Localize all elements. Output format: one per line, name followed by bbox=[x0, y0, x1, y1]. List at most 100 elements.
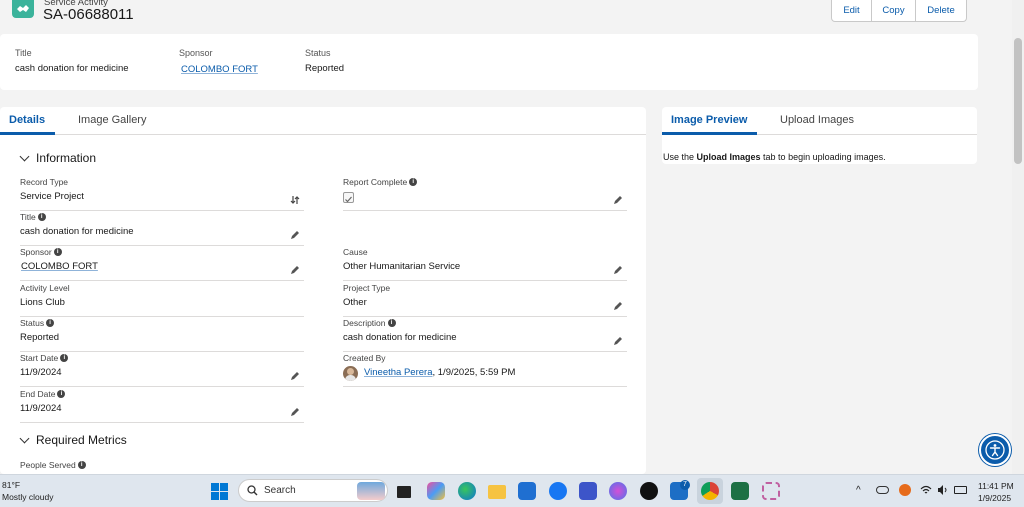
active-tab-indicator bbox=[0, 132, 55, 135]
action-button-group: Edit Copy Delete bbox=[831, 0, 967, 22]
wifi-icon[interactable] bbox=[920, 484, 932, 496]
sponsor-link[interactable]: COLOMBO FORT bbox=[21, 261, 98, 272]
upload-instructions: Use the Upload Images tab to begin uploa… bbox=[663, 152, 886, 162]
excel-icon[interactable] bbox=[731, 482, 749, 500]
scrollbar-thumb[interactable] bbox=[1014, 38, 1022, 164]
section-required-metrics[interactable]: Required Metrics bbox=[19, 433, 127, 447]
title-label: Title i bbox=[20, 212, 46, 222]
report-complete-checkbox bbox=[343, 192, 354, 203]
field-status: Status i Reported bbox=[20, 318, 304, 352]
info-icon[interactable]: i bbox=[60, 354, 69, 362]
checkmark-icon bbox=[345, 196, 352, 203]
battery-icon[interactable] bbox=[954, 486, 967, 494]
search-highlight-icon[interactable] bbox=[357, 482, 385, 500]
section-required-metrics-title: Required Metrics bbox=[36, 433, 127, 447]
record-type-label: Record Type bbox=[20, 177, 69, 187]
facebook-icon[interactable] bbox=[549, 482, 567, 500]
start-date-label: Start Date i bbox=[20, 353, 69, 363]
microsoft-store-icon[interactable] bbox=[518, 482, 536, 500]
cause-label: Cause bbox=[343, 247, 368, 257]
details-card: Details Image Gallery Information Record… bbox=[0, 107, 646, 474]
info-icon[interactable]: i bbox=[46, 319, 55, 327]
weather-desc[interactable]: Mostly cloudy bbox=[2, 492, 54, 502]
start-date-value: 11/9/2024 bbox=[20, 367, 62, 378]
field-report-complete: Report Complete i bbox=[343, 177, 627, 211]
accessibility-button[interactable] bbox=[979, 434, 1011, 466]
avatar bbox=[343, 366, 358, 381]
info-icon[interactable]: i bbox=[37, 213, 46, 221]
end-date-label: End Date i bbox=[20, 389, 66, 399]
field-created-by: Created By Vineetha Perera, 1/9/2025, 5:… bbox=[343, 353, 627, 387]
field-description: Description i cash donation for medicine bbox=[343, 318, 627, 352]
highlight-sponsor-link[interactable]: COLOMBO FORT bbox=[181, 64, 258, 75]
field-activity-level: Activity Level Lions Club bbox=[20, 283, 304, 317]
edit-pencil-icon[interactable] bbox=[613, 301, 623, 311]
created-by-line: Vineetha Perera, 1/9/2025, 5:59 PM bbox=[364, 367, 515, 378]
chevron-down-icon bbox=[19, 151, 30, 162]
edit-button[interactable]: Edit bbox=[832, 0, 872, 21]
app-icon[interactable] bbox=[579, 482, 597, 500]
info-icon[interactable]: i bbox=[409, 178, 418, 186]
cause-value: Other Humanitarian Service bbox=[343, 261, 461, 272]
clock-date[interactable]: 1/9/2025 bbox=[978, 493, 1011, 503]
windows-start-icon[interactable] bbox=[211, 483, 228, 500]
task-view-icon[interactable] bbox=[397, 486, 411, 498]
tab-image-preview[interactable]: Image Preview bbox=[671, 114, 747, 126]
active-tab-indicator bbox=[662, 132, 757, 135]
status-value: Reported bbox=[20, 332, 60, 343]
section-information[interactable]: Information bbox=[19, 151, 96, 165]
field-end-date: End Date i 11/9/2024 bbox=[20, 389, 304, 423]
chevron-down-icon bbox=[19, 433, 30, 444]
edit-pencil-icon[interactable] bbox=[613, 195, 623, 205]
edit-pencil-icon[interactable] bbox=[290, 230, 300, 240]
edit-pencil-icon[interactable] bbox=[613, 336, 623, 346]
edit-pencil-icon[interactable] bbox=[613, 265, 623, 275]
weather-temp[interactable]: 81°F bbox=[2, 480, 20, 490]
copilot-icon[interactable] bbox=[427, 482, 445, 500]
created-by-date: , 1/9/2025, 5:59 PM bbox=[432, 367, 516, 378]
status-label: Status i bbox=[20, 318, 55, 328]
snipping-tool-icon[interactable] bbox=[762, 482, 780, 500]
info-icon[interactable]: i bbox=[387, 319, 396, 327]
delete-button[interactable]: Delete bbox=[916, 0, 966, 21]
created-by-user-link[interactable]: Vineetha Perera bbox=[364, 367, 433, 378]
search-placeholder: Search bbox=[264, 485, 296, 496]
edge-browser-icon[interactable] bbox=[458, 482, 476, 500]
image-panel-card: Image Preview Upload Images Use the Uplo… bbox=[662, 107, 977, 164]
change-record-type-icon[interactable] bbox=[290, 195, 300, 205]
chevron-up-icon[interactable]: ^ bbox=[856, 485, 861, 496]
created-by-label: Created By bbox=[343, 353, 386, 363]
app-icon[interactable] bbox=[609, 482, 627, 500]
search-icon bbox=[247, 485, 258, 496]
info-icon[interactable]: i bbox=[57, 390, 66, 398]
edit-pencil-icon[interactable] bbox=[290, 407, 300, 417]
speaker-icon[interactable] bbox=[937, 484, 949, 496]
field-cause: Cause Other Humanitarian Service bbox=[343, 247, 627, 281]
description-label: Description i bbox=[343, 318, 396, 328]
app-tray-icon[interactable] bbox=[899, 484, 911, 496]
copy-button[interactable]: Copy bbox=[872, 0, 916, 21]
info-icon[interactable]: i bbox=[53, 248, 62, 256]
tiktok-icon[interactable] bbox=[640, 482, 658, 500]
record-type-value: Service Project bbox=[20, 191, 84, 202]
file-explorer-icon[interactable] bbox=[488, 485, 506, 499]
notification-badge: 7 bbox=[680, 480, 690, 490]
activity-level-value: Lions Club bbox=[20, 297, 65, 308]
edit-pencil-icon[interactable] bbox=[290, 371, 300, 381]
title-value: cash donation for medicine bbox=[20, 226, 134, 237]
field-project-type: Project Type Other bbox=[343, 283, 627, 317]
field-start-date: Start Date i 11/9/2024 bbox=[20, 353, 304, 387]
description-value: cash donation for medicine bbox=[343, 332, 457, 343]
field-title: Title i cash donation for medicine bbox=[20, 212, 304, 246]
tab-details[interactable]: Details bbox=[9, 114, 45, 126]
info-icon[interactable]: i bbox=[77, 461, 86, 469]
project-type-label: Project Type bbox=[343, 283, 391, 293]
onedrive-cloud-icon[interactable] bbox=[876, 486, 889, 494]
tab-image-gallery[interactable]: Image Gallery bbox=[78, 114, 146, 126]
clock-time[interactable]: 11:41 PM bbox=[978, 481, 1014, 491]
chrome-icon[interactable] bbox=[701, 482, 719, 500]
record-name: SA-06688011 bbox=[43, 6, 134, 23]
edit-pencil-icon[interactable] bbox=[290, 265, 300, 275]
tab-upload-images[interactable]: Upload Images bbox=[780, 114, 854, 126]
highlight-sponsor-label: Sponsor bbox=[179, 48, 213, 58]
